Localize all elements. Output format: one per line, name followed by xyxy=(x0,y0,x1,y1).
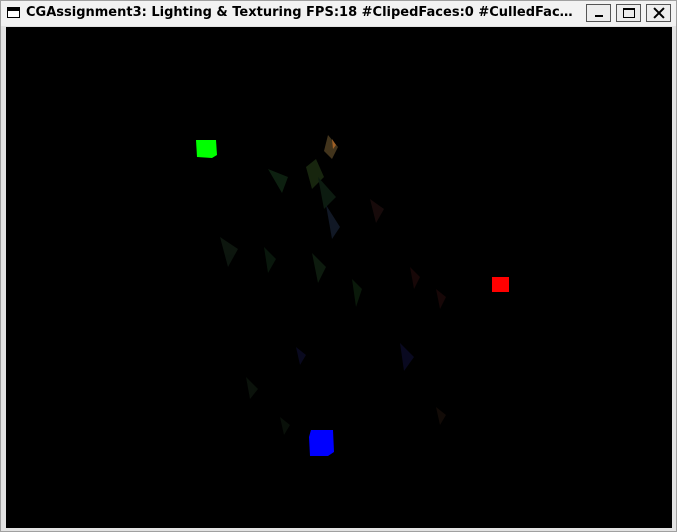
render-viewport[interactable] xyxy=(6,27,672,528)
minimize-button[interactable] xyxy=(586,4,611,22)
minimize-icon xyxy=(595,15,603,17)
close-icon xyxy=(653,7,665,19)
maximize-icon xyxy=(623,8,635,18)
maximize-button[interactable] xyxy=(616,4,641,22)
window-title: CGAssignment3: Lighting & Texturing FPS:… xyxy=(26,5,578,20)
green-light xyxy=(196,140,217,158)
scene-canvas xyxy=(196,135,509,456)
dim-model xyxy=(220,135,446,435)
window-icon[interactable] xyxy=(7,7,20,18)
title-bar[interactable]: CGAssignment3: Lighting & Texturing FPS:… xyxy=(1,1,676,26)
red-light xyxy=(492,277,509,292)
close-button[interactable] xyxy=(646,4,671,22)
blue-light xyxy=(309,430,334,456)
app-window: CGAssignment3: Lighting & Texturing FPS:… xyxy=(0,0,677,532)
